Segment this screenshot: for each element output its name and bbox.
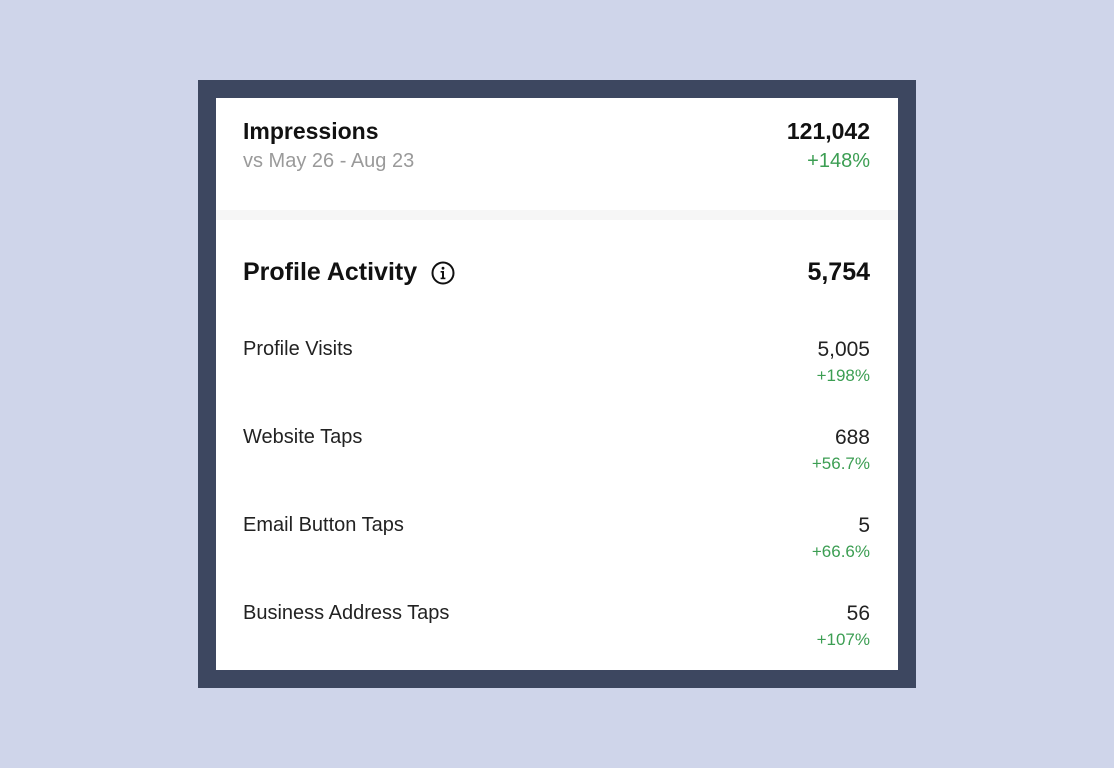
impressions-comparison-range: vs May 26 - Aug 23	[243, 150, 415, 172]
metric-value: 56	[846, 602, 870, 625]
metric-row-business-address-taps[interactable]: Business Address Taps 56 +107%	[216, 602, 898, 662]
profile-activity-title-wrap: Profile Activity	[243, 258, 455, 287]
impressions-value: 121,042	[786, 118, 870, 144]
info-circle-icon[interactable]	[431, 261, 455, 285]
metric-value: 5,005	[817, 338, 870, 361]
metric-value: 688	[834, 426, 870, 449]
metric-row-profile-visits[interactable]: Profile Visits 5,005 +198%	[216, 338, 898, 398]
metric-label: Email Button Taps	[243, 514, 404, 536]
impressions-change: +148%	[807, 150, 870, 172]
metric-change: +56.7%	[811, 454, 870, 473]
impressions-section[interactable]: Impressions vs May 26 - Aug 23 121,042 +…	[216, 98, 898, 210]
metric-row-website-taps[interactable]: Website Taps 688 +56.7%	[216, 426, 898, 486]
metric-label: Profile Visits	[243, 338, 353, 360]
metric-change: +107%	[816, 630, 870, 649]
metric-label: Business Address Taps	[243, 602, 450, 624]
metric-change: +66.6%	[811, 542, 870, 561]
screenshot-frame: Impressions vs May 26 - Aug 23 121,042 +…	[198, 80, 916, 688]
section-divider	[216, 210, 898, 220]
profile-activity-title: Profile Activity	[243, 258, 418, 286]
profile-activity-header: Profile Activity 5,754	[216, 258, 898, 298]
metric-change: +198%	[816, 366, 870, 385]
insights-panel: Impressions vs May 26 - Aug 23 121,042 +…	[216, 98, 898, 670]
impressions-title: Impressions	[243, 118, 379, 144]
profile-activity-value: 5,754	[807, 258, 870, 286]
metric-label: Website Taps	[243, 426, 363, 448]
metric-value: 5	[858, 514, 870, 537]
metric-row-email-button-taps[interactable]: Email Button Taps 5 +66.6%	[216, 514, 898, 574]
